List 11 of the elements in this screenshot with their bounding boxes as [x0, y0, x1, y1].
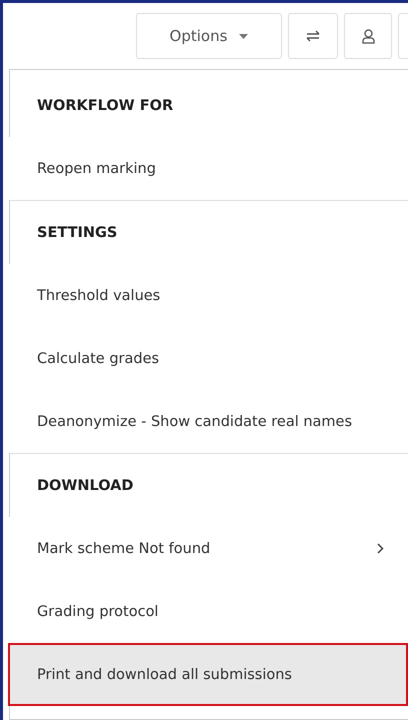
menu-item[interactable]: Print and download all submissions: [8, 643, 408, 706]
swap-button[interactable]: [288, 13, 338, 59]
swap-arrows-icon: [306, 30, 320, 42]
menu-section-header: SETTINGS: [36, 224, 118, 242]
menu-section-header: WORKFLOW FOR: [36, 96, 174, 116]
options-button[interactable]: Options: [136, 13, 282, 59]
caret-icon: [239, 34, 248, 38]
toolbar-button[interactable]: [398, 13, 408, 59]
user-button[interactable]: [344, 13, 392, 59]
user-icon: [362, 28, 374, 44]
menu-section-header: DOWNLOAD: [36, 476, 134, 496]
